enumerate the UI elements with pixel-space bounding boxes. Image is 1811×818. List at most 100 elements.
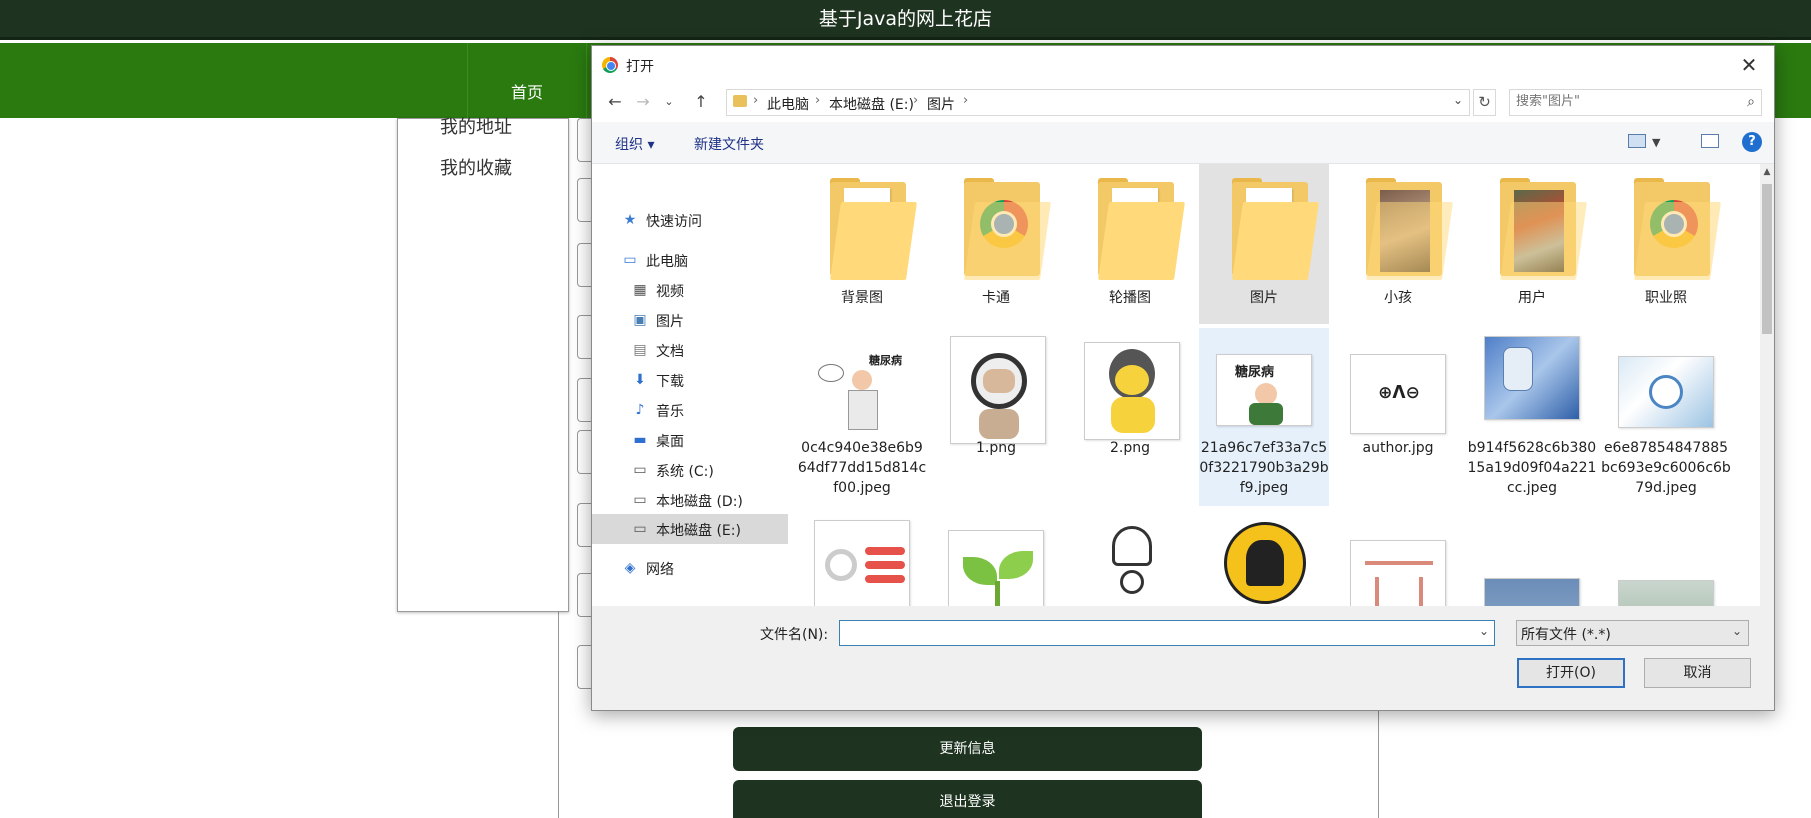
nav-item-music[interactable]: ♪ 音乐 <box>632 398 782 424</box>
desktop-icon: ▬ <box>633 432 647 448</box>
chevron-down-icon: ⌄ <box>1731 624 1742 638</box>
breadcrumb-this-pc[interactable]: 此电脑 <box>767 94 809 114</box>
thumbnail-caption: 糖尿病 <box>1235 365 1275 380</box>
refresh-icon[interactable]: ↻ <box>1473 89 1496 116</box>
file-list-scrollbar[interactable]: ▲ ▼ <box>1760 164 1774 654</box>
cancel-button[interactable]: 取消 <box>1644 658 1751 688</box>
file-tile-hovered[interactable]: 糖尿病 21a96c7ef33a7c50f3221790b3a29bf9.jpe… <box>1199 328 1329 506</box>
organize-menu-button[interactable]: 组织 ▾ <box>615 134 654 154</box>
folder-tile[interactable]: 职业照 <box>1601 164 1731 324</box>
nav-item-drive-c[interactable]: ▭ 系统 (C:) <box>632 458 782 484</box>
document-icon: ▤ <box>633 342 647 358</box>
search-icon[interactable]: ⌕ <box>1747 94 1755 110</box>
folder-name: 卡通 <box>982 290 1010 306</box>
filename-field[interactable]: ⌄ <box>839 620 1495 646</box>
stage: 基于Java的网上花店 首页 我的地址 我的收藏 更新信息 退出登录 打开 ✕ … <box>0 0 1811 818</box>
file-tile[interactable]: 1.png <box>931 328 1061 498</box>
folder-tile[interactable]: 用户 <box>1467 164 1597 324</box>
nav-item-videos[interactable]: ▦ 视频 <box>632 278 782 304</box>
folder-icon <box>733 95 747 107</box>
file-type-select[interactable]: 所有文件 (*.*) ⌄ <box>1516 620 1749 646</box>
folder-name: 背景图 <box>841 290 883 306</box>
breadcrumb-separator-icon: › <box>753 93 759 108</box>
nav-label: 图片 <box>656 314 684 330</box>
folder-name: 图片 <box>1250 290 1278 306</box>
nav-item-this-pc[interactable]: ▭ 此电脑 <box>622 248 782 274</box>
download-icon: ⬇ <box>634 372 646 388</box>
nav-label: 桌面 <box>656 434 684 450</box>
update-info-button[interactable]: 更新信息 <box>733 727 1202 771</box>
up-arrow-icon[interactable]: ↑ <box>691 92 711 111</box>
folder-icon <box>1634 178 1721 280</box>
chrome-icon <box>602 57 618 73</box>
file-tile[interactable]: b914f5628c6b38015a19d09f04a221cc.jpeg <box>1467 328 1597 498</box>
scroll-up-arrow-icon[interactable]: ▲ <box>1760 164 1774 180</box>
file-tile[interactable]: 2.png <box>1065 328 1195 498</box>
nav-item-desktop[interactable]: ▬ 桌面 <box>632 428 782 454</box>
nav-item-drive-e[interactable]: ▭ 本地磁盘 (E:) <box>632 517 782 543</box>
nav-item-documents[interactable]: ▤ 文档 <box>632 338 782 364</box>
close-icon[interactable]: ✕ <box>1734 50 1764 80</box>
search-input[interactable] <box>1516 94 1726 109</box>
image-thumbnail: 糖尿病 <box>814 346 910 434</box>
folder-tile[interactable]: 背景图 <box>797 164 927 324</box>
filename-label: 文件名(N): <box>760 627 829 643</box>
nav-label: 视频 <box>656 284 684 300</box>
file-tile[interactable]: ⊕ᐱ⊖ author.jpg <box>1333 328 1463 498</box>
address-dropdown-chevron-icon[interactable]: ⌄ <box>1453 93 1463 107</box>
scrollbar-thumb[interactable] <box>1762 184 1772 334</box>
dialog-toolbar: 组织 ▾ 新建文件夹 ▼ ? <box>592 122 1774 164</box>
open-button[interactable]: 打开(O) <box>1517 658 1625 688</box>
new-folder-button[interactable]: 新建文件夹 <box>694 134 764 154</box>
dialog-title: 打开 <box>626 59 654 75</box>
nav-item-drive-d[interactable]: ▭ 本地磁盘 (D:) <box>632 488 782 514</box>
dialog-titlebar[interactable]: 打开 ✕ <box>592 46 1774 84</box>
change-view-icon[interactable] <box>1628 134 1646 148</box>
nav-label: 音乐 <box>656 404 684 420</box>
nav-label: 网络 <box>646 562 674 578</box>
folder-tile[interactable]: 小孩 <box>1333 164 1463 324</box>
logout-button[interactable]: 退出登录 <box>733 780 1202 818</box>
breadcrumb-pictures[interactable]: 图片 <box>927 94 955 114</box>
forward-arrow-icon[interactable]: → <box>633 92 653 111</box>
dialog-footer: 文件名(N): ⌄ 所有文件 (*.*) ⌄ 打开(O) 取消 <box>592 606 1774 710</box>
drive-e-icon: ▭ <box>633 521 647 537</box>
recent-locations-chevron-icon[interactable]: ⌄ <box>659 95 679 108</box>
nav-item-pictures[interactable]: ▣ 图片 <box>632 308 782 334</box>
breadcrumb-separator-icon: › <box>963 93 969 108</box>
file-name: b914f5628c6b38015a19d09f04a221cc.jpeg <box>1467 440 1597 496</box>
view-options-chevron-icon[interactable]: ▼ <box>1652 136 1660 149</box>
filename-history-chevron-icon[interactable]: ⌄ <box>1479 624 1489 638</box>
thumbnail-caption: 糖尿病 <box>869 354 902 367</box>
help-icon[interactable]: ? <box>1742 132 1762 152</box>
file-type-value: 所有文件 (*.*) <box>1521 627 1611 643</box>
filename-input[interactable] <box>844 624 1464 640</box>
preview-pane-icon[interactable] <box>1701 134 1719 148</box>
nav-item-quick-access[interactable]: ★ 快速访问 <box>622 208 782 234</box>
file-tile[interactable]: e6e87854847885bc693e9c6006c6b79d.jpeg <box>1601 328 1731 498</box>
folder-icon <box>964 178 1051 280</box>
nav-item-downloads[interactable]: ⬇ 下载 <box>632 368 782 394</box>
pictures-icon: ▣ <box>633 312 647 328</box>
file-open-dialog: 打开 ✕ ← → ⌄ ↑ › 此电脑 › 本地磁盘 (E:) › 图片 › ⌄ … <box>591 45 1775 711</box>
breadcrumb-drive-e[interactable]: 本地磁盘 (E:) <box>829 94 914 114</box>
music-icon: ♪ <box>635 402 645 418</box>
folder-tile[interactable]: 轮播图 <box>1065 164 1195 324</box>
file-name: 0c4c940e38e6b964df77dd15d814cf00.jpeg <box>797 440 927 496</box>
address-row: ← → ⌄ ↑ › 此电脑 › 本地磁盘 (E:) › 图片 › ⌄ ↻ ⌕ <box>592 84 1774 122</box>
back-arrow-icon[interactable]: ← <box>605 92 625 111</box>
sidebar-link-address[interactable]: 我的地址 <box>440 113 512 139</box>
image-thumbnail <box>1082 518 1178 618</box>
address-bar[interactable]: › 此电脑 › 本地磁盘 (E:) › 图片 › ⌄ <box>726 89 1470 116</box>
folder-tile-hovered[interactable]: 图片 <box>1199 164 1329 324</box>
sidebar-link-favorites[interactable]: 我的收藏 <box>440 154 512 180</box>
folder-icon <box>1366 178 1453 280</box>
nav-home-link[interactable]: 首页 <box>467 43 587 118</box>
search-box[interactable]: ⌕ <box>1509 89 1762 116</box>
nav-label: 本地磁盘 (D:) <box>656 494 743 510</box>
nav-item-network[interactable]: ◈ 网络 <box>622 556 782 582</box>
file-tile[interactable]: 糖尿病 0c4c940e38e6b964df77dd15d814cf00.jpe… <box>797 328 927 498</box>
folder-tile[interactable]: 卡通 <box>931 164 1061 324</box>
computer-icon: ▭ <box>623 252 637 268</box>
breadcrumb-separator-icon: › <box>913 93 919 108</box>
